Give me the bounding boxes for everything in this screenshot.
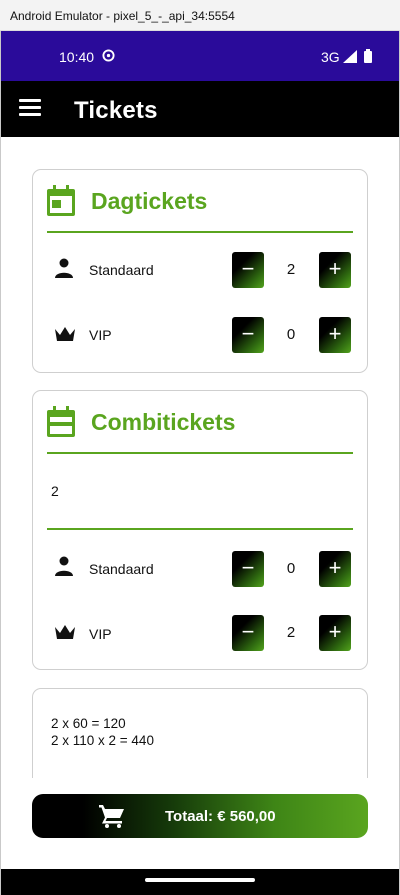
increase-standaard-button[interactable]: +: [319, 252, 351, 288]
crown-icon: [55, 625, 75, 639]
decrease-standaard-button[interactable]: −: [232, 252, 264, 288]
total-label: Totaal: € 560,00: [165, 808, 276, 825]
dagtickets-card: Dagtickets Standaard − 2 + VIP − 0 +: [32, 169, 368, 373]
battery-icon: [364, 49, 372, 63]
person-icon: [55, 556, 73, 576]
combitickets-divider-bottom: [47, 528, 353, 530]
calendar-icon: [47, 406, 75, 437]
signal-icon: [343, 50, 357, 63]
sync-icon: [102, 49, 115, 62]
combitickets-title: Combitickets: [91, 409, 236, 435]
person-icon: [55, 258, 73, 278]
dagtickets-title: Dagtickets: [91, 188, 208, 214]
crown-icon: [55, 327, 75, 341]
home-handle[interactable]: [145, 878, 255, 882]
quantity-value: 0: [286, 560, 296, 577]
price-summary: 2 x 60 = 120 2 x 110 x 2 = 440: [32, 688, 368, 778]
calendar-icon: [47, 185, 75, 216]
app-bar: Tickets: [1, 81, 399, 137]
navigation-bar: [1, 869, 399, 895]
network-type: 3G: [321, 49, 340, 65]
window-title: Android Emulator - pixel_5_-_api_34:5554: [10, 9, 235, 23]
row-label: VIP: [89, 327, 112, 343]
decrease-vip-button[interactable]: −: [232, 317, 264, 353]
status-bar: 10:40 3G: [1, 31, 399, 81]
menu-icon[interactable]: [19, 99, 41, 117]
row-label: VIP: [89, 626, 112, 642]
quantity-value: 2: [286, 624, 296, 641]
cart-icon: [99, 805, 124, 828]
dagtickets-divider: [47, 231, 353, 233]
combitickets-divider-top: [47, 452, 353, 454]
page-title: Tickets: [74, 97, 158, 124]
quantity-value: 0: [286, 326, 296, 343]
decrease-standaard-button[interactable]: −: [232, 551, 264, 587]
decrease-vip-button[interactable]: −: [232, 615, 264, 651]
checkout-total-button[interactable]: Totaal: € 560,00: [32, 794, 368, 838]
window-title-bar: Android Emulator - pixel_5_-_api_34:5554: [0, 0, 400, 31]
summary-line: 2 x 60 = 120: [51, 716, 126, 731]
quantity-value: 2: [286, 261, 296, 278]
increase-standaard-button[interactable]: +: [319, 551, 351, 587]
increase-vip-button[interactable]: +: [319, 317, 351, 353]
row-label: Standaard: [89, 561, 154, 577]
increase-vip-button[interactable]: +: [319, 615, 351, 651]
combitickets-card: Combitickets 2 Standaard − 0 + VIP − 2 +: [32, 390, 368, 670]
summary-line: 2 x 110 x 2 = 440: [51, 733, 154, 748]
combi-days-value[interactable]: 2: [51, 483, 59, 499]
row-label: Standaard: [89, 262, 154, 278]
status-time: 10:40: [59, 49, 95, 65]
